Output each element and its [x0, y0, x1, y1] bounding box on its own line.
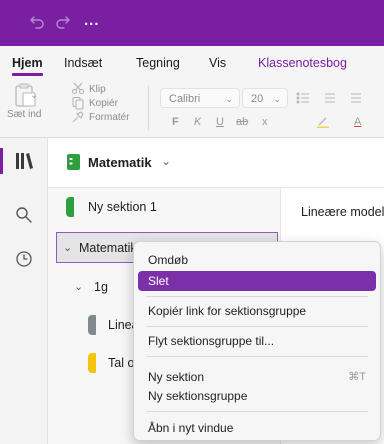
redo-icon[interactable] [54, 13, 72, 31]
underline-button[interactable]: U [216, 116, 224, 128]
ribbon-divider [148, 86, 149, 130]
menu-item-label: Flyt sektionsgruppe til... [148, 334, 275, 348]
tab-indsaet[interactable]: Indsæt [64, 56, 102, 70]
highlighter-icon[interactable] [316, 114, 330, 128]
list-buttons[interactable] [295, 90, 381, 106]
menu-item-label: Kopiér link for sektionsgruppe [148, 304, 307, 318]
tab-klassenotesbog[interactable]: Klassenotesbog [258, 56, 347, 70]
font-color-button[interactable]: A [354, 116, 361, 128]
copy-label[interactable]: Kopiér [89, 98, 118, 109]
menu-separator [146, 326, 368, 327]
notebook-icon [67, 154, 80, 170]
search-icon[interactable] [13, 204, 35, 226]
chevron-down-icon: ⌄ [161, 154, 172, 168]
notebooks-icon[interactable] [13, 150, 35, 172]
menu-item-shortcut: ⌘T [348, 371, 366, 383]
menu-item-move-group[interactable]: Flyt sektionsgruppe til... [138, 331, 376, 351]
menu-item-copy-link[interactable]: Kopiér link for sektionsgruppe [138, 301, 376, 321]
paste-label[interactable]: Sæt ind [7, 109, 41, 120]
menu-item-rename[interactable]: Omdøb [138, 250, 376, 270]
menu-item-label: Ny sektion [148, 370, 205, 384]
menu-separator [146, 296, 368, 297]
ribbon: ⌄ Sæt ind Klip Kopiér Formatér Calibri ⌄… [0, 76, 384, 138]
chevron-down-icon: ⌄ [74, 281, 84, 293]
italic-button[interactable]: K [194, 116, 201, 128]
scissors-icon[interactable] [71, 81, 85, 95]
tab-vis[interactable]: Vis [209, 56, 226, 70]
menu-item-label: Åbn i nyt vindue [148, 421, 234, 435]
more-button[interactable]: ... [84, 13, 100, 28]
menu-item-label: Slet [148, 274, 169, 288]
title-bar: ... [0, 0, 384, 46]
tab-hjem[interactable]: Hjem [12, 56, 43, 76]
tab-tegning[interactable]: Tegning [136, 56, 180, 70]
format-painter-label[interactable]: Formatér [89, 112, 130, 123]
format-painter-icon[interactable] [71, 110, 85, 124]
section-color-tab [88, 315, 96, 335]
undo-icon[interactable] [28, 13, 46, 31]
strikethrough-button[interactable]: ab [236, 116, 248, 128]
page-item[interactable]: Lineære modeller [301, 205, 384, 219]
section-group-label: 1g [94, 280, 108, 294]
section-color-tab [88, 353, 96, 373]
menu-item-new-section-group[interactable]: Ny sektionsgruppe [138, 386, 376, 406]
menu-item-label: Ny sektionsgruppe [148, 389, 248, 403]
menu-item-delete[interactable]: Slet [138, 271, 376, 291]
ribbon-tabs: Hjem Indsæt Tegning Vis Klassenotesbog [0, 46, 384, 76]
section-item[interactable]: Ny sektion 1 [48, 190, 280, 224]
font-size-value: 20 [251, 93, 264, 105]
context-menu: Omdøb Slet Kopiér link for sektionsgrupp… [133, 241, 381, 441]
cut-label[interactable]: Klip [89, 84, 106, 95]
menu-separator [146, 356, 368, 357]
chevron-down-icon: ⌄ [63, 242, 73, 254]
menu-item-open-new-window[interactable]: Åbn i nyt vindue [138, 418, 376, 438]
menu-item-label: Omdøb [148, 253, 189, 267]
notebook-header[interactable]: Matematik ⌄ [48, 138, 384, 188]
recent-icon[interactable] [13, 248, 35, 270]
menu-item-new-section[interactable]: Ny sektion ⌘T [138, 367, 376, 387]
copy-icon[interactable] [71, 96, 85, 110]
active-indicator [0, 148, 3, 174]
section-group-label: Matematik [79, 241, 137, 255]
font-value: Calibri [169, 93, 201, 105]
bold-button[interactable]: F [172, 116, 179, 128]
menu-separator [146, 411, 368, 412]
section-label: Ny sektion 1 [88, 200, 157, 214]
chevron-down-icon: ⌄ [273, 94, 281, 104]
navigation-rail [0, 138, 48, 444]
font-select[interactable]: Calibri ⌄ [160, 88, 240, 108]
notebook-name: Matematik [88, 155, 152, 170]
section-color-tab [66, 197, 74, 217]
subscript-button[interactable]: x [262, 116, 268, 128]
chevron-down-icon: ⌄ [225, 94, 233, 104]
font-size-select[interactable]: 20 ⌄ [242, 88, 288, 108]
